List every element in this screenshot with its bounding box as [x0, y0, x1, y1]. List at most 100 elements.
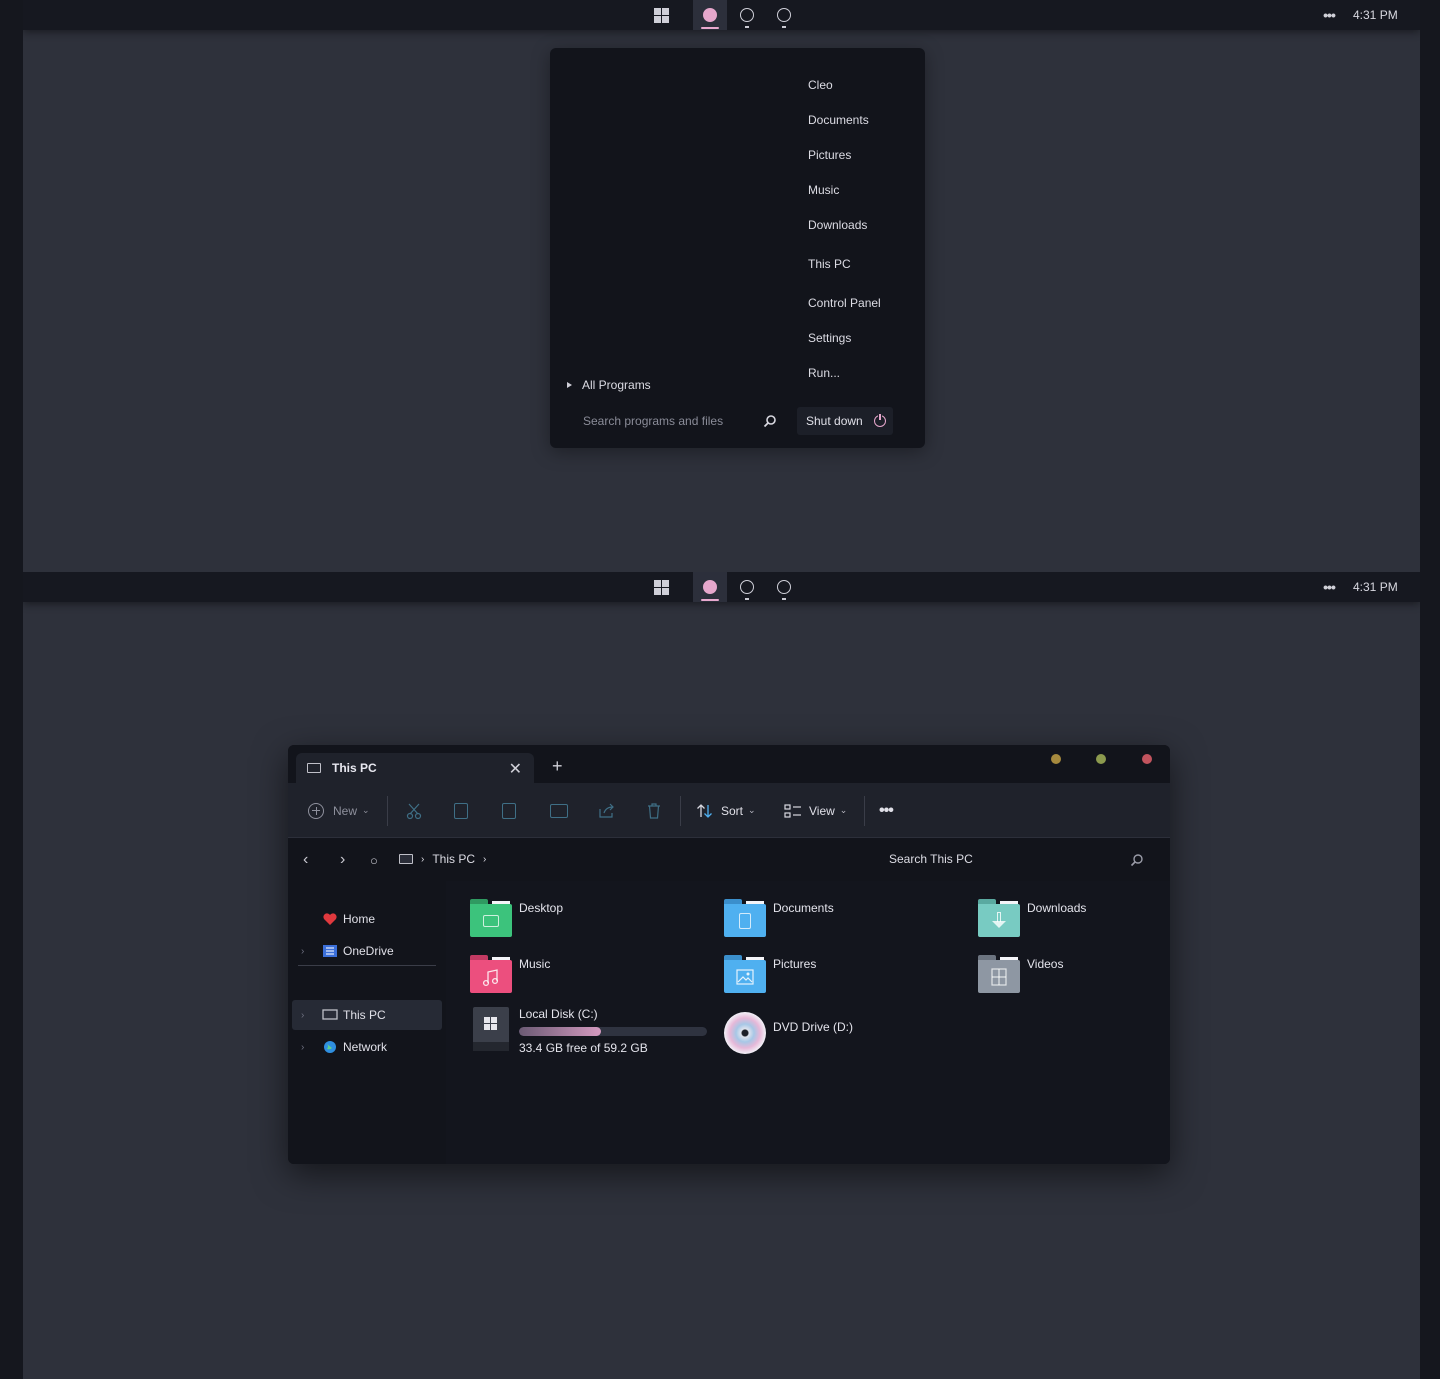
start-place-run[interactable]: Run... — [808, 366, 840, 380]
heart-icon — [323, 913, 337, 925]
add-circle-icon — [308, 802, 324, 819]
delete-button[interactable] — [646, 783, 662, 838]
paste-button[interactable] — [502, 783, 516, 838]
nav-item-network[interactable]: › Network — [292, 1032, 442, 1062]
windows-logo-icon — [653, 579, 669, 595]
view-list-icon — [784, 803, 801, 818]
start-place-thispc[interactable]: This PC — [808, 257, 851, 271]
maximize-button[interactable] — [1096, 754, 1106, 764]
minimize-button[interactable] — [1051, 754, 1061, 764]
new-tab-button[interactable]: + — [552, 756, 563, 777]
clock[interactable]: 4:31 PM — [1353, 572, 1398, 602]
trash-icon — [648, 802, 660, 819]
taskbar-app[interactable] — [767, 572, 801, 602]
close-tab-icon[interactable]: ✕ — [509, 759, 522, 779]
search-icon[interactable] — [763, 414, 777, 428]
nav-item-this-pc[interactable]: › This PC — [292, 1000, 442, 1030]
rename-icon — [550, 803, 568, 818]
folder-documents[interactable]: Documents — [724, 899, 834, 937]
tab-this-pc[interactable]: This PC ✕ — [296, 753, 534, 783]
drive-dvd-d[interactable]: DVD Drive (D:) — [724, 1012, 853, 1054]
app-circle-icon — [740, 8, 754, 22]
taskbar-app[interactable] — [730, 572, 764, 602]
app-circle-icon — [740, 580, 754, 594]
drive-usage-fill — [519, 1027, 601, 1036]
start-place-music[interactable]: Music — [808, 183, 839, 197]
breadcrumb-item[interactable]: This PC — [432, 852, 475, 866]
rename-button[interactable] — [550, 783, 568, 838]
start-button[interactable] — [644, 572, 678, 602]
start-button[interactable] — [644, 0, 678, 30]
start-place-documents[interactable]: Documents — [808, 113, 869, 127]
start-place-control-panel[interactable]: Control Panel — [808, 296, 881, 310]
start-menu: Cleo Documents Pictures Music Downloads … — [550, 48, 925, 448]
start-place-user[interactable]: Cleo — [808, 78, 833, 92]
folder-label: Desktop — [519, 901, 564, 915]
chevron-right-icon[interactable]: › — [301, 1010, 304, 1021]
forward-arrow-icon[interactable]: › — [340, 851, 345, 869]
share-button[interactable] — [598, 783, 616, 838]
nav-divider — [298, 965, 436, 966]
toolbar-divider — [680, 796, 681, 826]
folder-downloads[interactable]: Downloads — [978, 899, 1086, 937]
clock[interactable]: 4:31 PM — [1353, 0, 1398, 30]
cd-disc-icon — [724, 1012, 766, 1054]
navigation-pane: Home › OneDrive › This PC › Network — [288, 881, 446, 1164]
nav-label-network: Network — [343, 1040, 388, 1054]
nav-label-this-pc: This PC — [343, 1008, 386, 1022]
view-label: View — [809, 803, 835, 818]
new-button[interactable]: New ⌄ — [308, 783, 370, 838]
onedrive-icon — [323, 945, 337, 957]
start-place-downloads[interactable]: Downloads — [808, 218, 867, 232]
drive-usage-bar — [519, 1027, 707, 1036]
folder-label: Documents — [773, 901, 834, 915]
desktop-bottom: ••• 4:31 PM This PC ✕ + New ⌄ Sort ⌄ Vie… — [23, 572, 1420, 1379]
drive-free-space: 33.4 GB free of 59.2 GB — [519, 1041, 648, 1055]
ellipsis-icon[interactable]: ••• — [1317, 0, 1341, 30]
computer-icon — [399, 854, 413, 864]
ellipsis-icon[interactable]: ••• — [1317, 572, 1341, 602]
taskbar-app[interactable] — [767, 0, 801, 30]
breadcrumb-separator-icon: › — [483, 853, 487, 865]
more-options-icon[interactable]: ••• — [879, 783, 894, 838]
nav-label-onedrive: OneDrive — [343, 944, 394, 958]
chevron-right-icon[interactable]: › — [301, 946, 304, 957]
share-icon — [599, 803, 614, 818]
taskbar-app-active[interactable] — [693, 0, 727, 30]
computer-icon — [322, 1009, 338, 1020]
chevron-right-icon[interactable]: › — [301, 1042, 304, 1053]
refresh-icon[interactable]: ○ — [370, 853, 378, 868]
taskbar-app-active[interactable] — [693, 572, 727, 602]
all-programs-button[interactable]: All Programs — [567, 378, 651, 392]
breadcrumb[interactable]: › This PC › — [399, 852, 486, 866]
taskbar-app[interactable] — [730, 0, 764, 30]
sort-button[interactable]: Sort ⌄ — [696, 783, 756, 838]
folder-music[interactable]: Music — [470, 955, 550, 993]
copy-button[interactable] — [454, 783, 468, 838]
copy-icon — [454, 802, 468, 819]
folder-desktop[interactable]: Desktop — [470, 899, 563, 937]
back-arrow-icon[interactable]: ‹ — [303, 851, 308, 869]
folder-videos[interactable]: Videos — [978, 955, 1063, 993]
close-window-button[interactable] — [1142, 754, 1152, 764]
hard-drive-icon — [473, 1007, 509, 1051]
address-bar: ‹ › ○ › This PC › Search This PC — [288, 839, 1170, 881]
taskbar: ••• 4:31 PM — [23, 0, 1420, 30]
globe-icon — [324, 1041, 336, 1053]
nav-item-home[interactable]: Home — [292, 904, 442, 934]
drive-local-disk-c[interactable]: Local Disk (C:) 33.4 GB free of 59.2 GB — [470, 1007, 707, 1055]
search-input[interactable]: Search This PC — [889, 852, 973, 866]
windows-logo-icon — [653, 7, 669, 23]
folder-pictures[interactable]: Pictures — [724, 955, 816, 993]
nav-item-onedrive[interactable]: › OneDrive — [292, 936, 442, 966]
start-place-settings[interactable]: Settings — [808, 331, 851, 345]
search-icon[interactable] — [1130, 853, 1144, 867]
start-place-pictures[interactable]: Pictures — [808, 148, 851, 162]
start-search-input[interactable]: Search programs and files — [583, 414, 723, 428]
shutdown-button[interactable]: Shut down — [797, 407, 893, 435]
toolbar-divider — [864, 796, 865, 826]
folder-label: Pictures — [773, 957, 817, 971]
cut-button[interactable] — [406, 783, 422, 838]
view-button[interactable]: View ⌄ — [784, 783, 847, 838]
desktop-folder-icon — [470, 899, 512, 937]
